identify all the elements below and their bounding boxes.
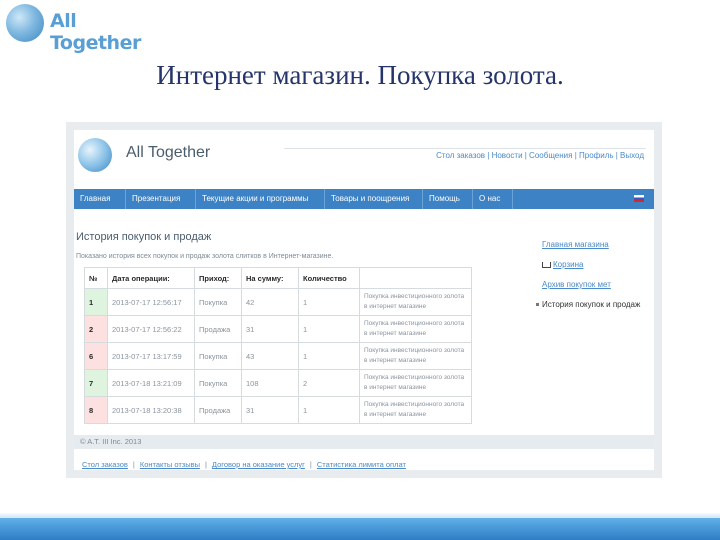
cell-number: 2 bbox=[84, 315, 108, 343]
cell-type: Покупка bbox=[194, 288, 242, 316]
cell-number: 7 bbox=[84, 369, 108, 397]
col-type: Приход: bbox=[194, 267, 242, 289]
sidebar-item-history-active[interactable]: История покупок и продаж bbox=[535, 300, 640, 309]
cell-number: 8 bbox=[84, 396, 108, 424]
slide-logo-text: All Together bbox=[50, 10, 141, 54]
col-description bbox=[359, 267, 472, 289]
cell-description: Покупка инвестиционного золота в интерне… bbox=[359, 396, 472, 424]
cell-date: 2013-07-18 13:20:38 bbox=[107, 396, 195, 424]
table-row[interactable]: 8 2013-07-18 13:20:38 Продажа 31 1 Покуп… bbox=[84, 396, 472, 424]
cell-sum: 31 bbox=[241, 396, 299, 424]
cell-sum: 43 bbox=[241, 342, 299, 370]
history-title: История покупок и продаж bbox=[76, 231, 212, 243]
table-row[interactable]: 1 2013-07-17 12:56:17 Покупка 42 1 Покуп… bbox=[84, 288, 472, 316]
language-flag-icon[interactable] bbox=[634, 195, 644, 202]
cell-description: Покупка инвестиционного золота в интерне… bbox=[359, 369, 472, 397]
cell-sum: 31 bbox=[241, 315, 299, 343]
screenshot-frame: All Together Стол заказов | Новости | Со… bbox=[66, 122, 662, 478]
site-globe-icon bbox=[78, 138, 112, 172]
cell-description: Покупка инвестиционного золота в интерне… bbox=[359, 288, 472, 316]
nav-item-about[interactable]: О нас bbox=[473, 189, 513, 209]
orders-table: № Дата операции: Приход: На сумму: Колич… bbox=[84, 267, 472, 424]
nav-item-home[interactable]: Главная bbox=[74, 189, 126, 209]
cell-qty: 1 bbox=[298, 288, 360, 316]
footer-links: Стол заказов | Контакты отзывы | Договор на … bbox=[82, 460, 406, 469]
nav-item-products[interactable]: Товары и поощрения bbox=[325, 189, 423, 209]
site-name[interactable]: All Together bbox=[126, 144, 210, 162]
footer-link-stats[interactable]: Статистика лимита оплат bbox=[317, 460, 406, 469]
footer-link-agreement[interactable]: Договор на оказание услуг bbox=[212, 460, 305, 469]
cell-sum: 42 bbox=[241, 288, 299, 316]
copyright: © A.T. III Inc. 2013 bbox=[80, 437, 142, 446]
cell-qty: 2 bbox=[298, 369, 360, 397]
footer-link-contacts[interactable]: Контакты отзывы bbox=[140, 460, 200, 469]
slide-header: All Together bbox=[0, 0, 720, 54]
slide-title: Интернет магазин. Покупка золота. bbox=[156, 60, 564, 90]
col-sum: На сумму: bbox=[241, 267, 299, 289]
table-header-row: № Дата операции: Приход: На сумму: Колич… bbox=[84, 267, 472, 289]
nav-item-presentation[interactable]: Презентация bbox=[126, 189, 196, 209]
col-date: Дата операции: bbox=[107, 267, 195, 289]
cell-qty: 1 bbox=[298, 315, 360, 343]
footer-link-orders[interactable]: Стол заказов bbox=[82, 460, 128, 469]
cell-type: Продажа bbox=[194, 315, 242, 343]
col-number: № bbox=[84, 267, 108, 289]
footer-separator: | bbox=[204, 460, 207, 469]
history-description: Показано история всех покупок и продаж з… bbox=[76, 253, 334, 260]
cart-icon bbox=[542, 261, 551, 268]
cell-date: 2013-07-17 13:17:59 bbox=[107, 342, 195, 370]
cell-number: 6 bbox=[84, 342, 108, 370]
web-page: All Together Стол заказов | Новости | Со… bbox=[74, 130, 654, 470]
table-row[interactable]: 6 2013-07-17 13:17:59 Покупка 43 1 Покуп… bbox=[84, 342, 472, 370]
cell-date: 2013-07-17 12:56:22 bbox=[107, 315, 195, 343]
cell-date: 2013-07-18 13:21:09 bbox=[107, 369, 195, 397]
cell-type: Покупка bbox=[194, 342, 242, 370]
bottom-band bbox=[0, 518, 720, 540]
top-links[interactable]: Стол заказов | Новости | Сообщения | Про… bbox=[436, 151, 644, 160]
cell-qty: 1 bbox=[298, 342, 360, 370]
table-row[interactable]: 2 2013-07-17 12:56:22 Продажа 31 1 Покуп… bbox=[84, 315, 472, 343]
footer-separator: | bbox=[132, 460, 135, 469]
slide-logo: All Together bbox=[6, 4, 166, 54]
nav-item-promotions[interactable]: Текущие акции и программы bbox=[196, 189, 325, 209]
sidebar-link-shop-home[interactable]: Главная магазина bbox=[542, 240, 609, 249]
sidebar-cart-label: Корзина bbox=[553, 260, 584, 269]
cell-date: 2013-07-17 12:56:17 bbox=[107, 288, 195, 316]
col-qty: Количество bbox=[298, 267, 360, 289]
cell-type: Покупка bbox=[194, 369, 242, 397]
cell-qty: 1 bbox=[298, 396, 360, 424]
footer-bar: © A.T. III Inc. 2013 bbox=[74, 435, 654, 449]
cell-sum: 108 bbox=[241, 369, 299, 397]
footer-separator: | bbox=[309, 460, 312, 469]
table-row[interactable]: 7 2013-07-18 13:21:09 Покупка 108 2 Поку… bbox=[84, 369, 472, 397]
cell-description: Покупка инвестиционного золота в интерне… bbox=[359, 342, 472, 370]
sidebar-item-cart[interactable]: Корзина bbox=[542, 260, 583, 269]
globe-icon bbox=[6, 4, 44, 42]
main-nav: Главная Презентация Текущие акции и прог… bbox=[74, 189, 654, 209]
cell-type: Продажа bbox=[194, 396, 242, 424]
cell-description: Покупка инвестиционного золота в интерне… bbox=[359, 315, 472, 343]
sidebar-link-archive[interactable]: Архив покупок мет bbox=[542, 280, 611, 289]
cell-number: 1 bbox=[84, 288, 108, 316]
nav-item-help[interactable]: Помощь bbox=[423, 189, 473, 209]
